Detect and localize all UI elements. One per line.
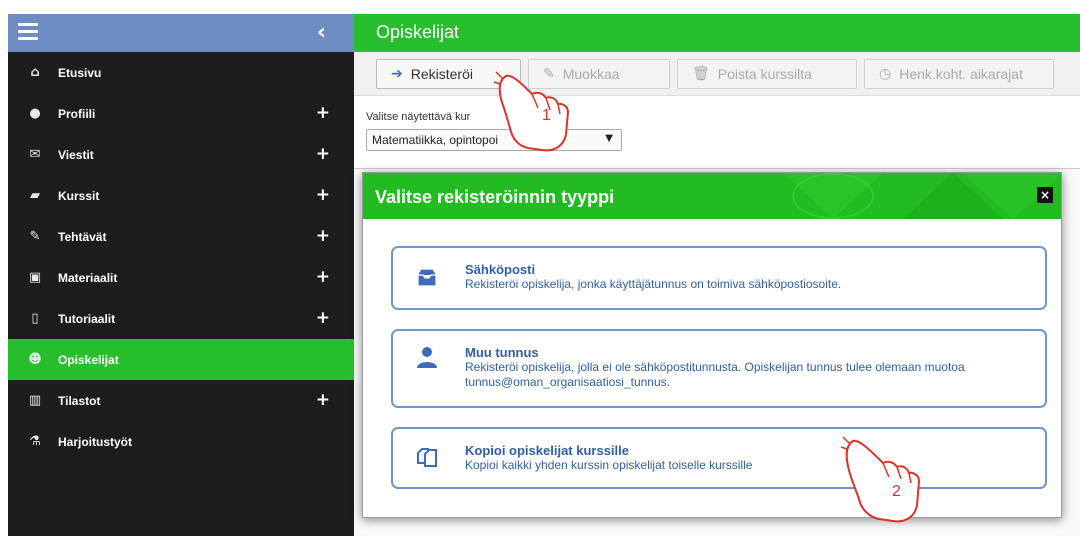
option-other-id[interactable]: Muu tunnus Rekisteröi opiskelija, jolla … (391, 329, 1047, 408)
book-icon: ▰ (30, 188, 40, 203)
remove-button-label: Poista kurssilta (717, 66, 812, 82)
sidebar-item-6[interactable]: ▯ Tutoriaalit + (8, 298, 354, 339)
sidebar-item-9[interactable]: ⚗ Harjoitustyöt (8, 421, 354, 462)
course-selector-area: Valitse näytettävä kur Matematiikka, opi… (354, 96, 1080, 168)
edit-icon: ✎ (29, 229, 41, 244)
close-icon[interactable]: × (1037, 187, 1053, 203)
hand-pointer-icon (840, 436, 921, 523)
hamburger-menu-icon[interactable] (18, 23, 38, 43)
expand-plus-icon[interactable]: + (316, 226, 330, 246)
sidebar-item-2[interactable]: ✉ Viestit + (8, 134, 354, 175)
option-copy-students[interactable]: Kopioi opiskelijat kurssille Kopioi kaik… (391, 427, 1047, 489)
sidebar-top-bar: ‹ (8, 14, 354, 52)
course-select-value: Matematiikka, opintopoi (372, 133, 499, 147)
registration-type-modal: Valitse rekisteröinnin tyyppi × Sähköpos… (362, 172, 1062, 518)
sidebar-item-4[interactable]: ✎ Tehtävät + (8, 216, 354, 257)
personal-deadlines-button[interactable]: ◷ Henk.koht. aikarajat (864, 59, 1054, 89)
modal-header: Valitse rekisteröinnin tyyppi × (363, 173, 1061, 219)
option-email[interactable]: Sähköposti Rekisteröi opiskelija, jonka … (391, 246, 1047, 310)
sidebar-item-label: Profiili (58, 106, 96, 121)
sidebar-nav: ⌂ Etusivu ● Profiili + ✉ Viestit + ▰ Kurssit + ✎ Teh… (8, 52, 354, 462)
deadlines-button-label: Henk.koht. aikarajat (899, 66, 1023, 82)
sidebar-item-label: Tutoriaalit (58, 311, 116, 326)
sidebar-item-1[interactable]: ● Profiili + (8, 93, 354, 134)
register-button-label: Rekisteröi (410, 66, 473, 82)
sidebar-item-label: Kurssit (58, 188, 100, 203)
user-icon (417, 347, 437, 368)
flask-icon: ⚗ (29, 434, 41, 449)
option-other-id-desc: Rekisteröi opiskelija, jolla ei ole sähk… (465, 360, 965, 389)
page-title: Opiskelijat (376, 22, 460, 42)
sidebar-item-5[interactable]: ▣ Materiaalit + (8, 257, 354, 298)
option-email-title: Sähköposti (465, 262, 536, 277)
sidebar: ‹ ⌂ Etusivu ● Profiili + ✉ Viestit + ▰ Kurssit + ✎ T… (8, 14, 354, 536)
copy-icon (417, 448, 437, 467)
file-icon: ▯ (31, 311, 39, 326)
expand-plus-icon[interactable]: + (316, 144, 330, 164)
expand-plus-icon[interactable]: + (316, 308, 330, 328)
bar-chart-icon: ▥ (28, 393, 42, 408)
inbox-icon (417, 268, 437, 287)
sidebar-item-label: Etusivu (58, 65, 102, 80)
sidebar-item-0[interactable]: ⌂ Etusivu (8, 52, 354, 93)
sidebar-item-label: Tilastot (58, 393, 101, 408)
sign-in-icon: ➔ (391, 66, 403, 82)
sidebar-item-label: Opiskelijat (58, 352, 119, 367)
expand-plus-icon[interactable]: + (316, 390, 330, 410)
option-copy-title: Kopioi opiskelijat kurssille (465, 443, 629, 458)
sidebar-item-7[interactable]: ☻ Opiskelijat (8, 339, 354, 380)
sidebar-item-label: Harjoitustyöt (58, 434, 133, 449)
annotation-step-2: 2 (892, 483, 901, 500)
dropdown-arrow-icon: ▼ (605, 133, 613, 144)
sidebar-item-label: Tehtävät (58, 229, 107, 244)
sidebar-item-8[interactable]: ▥ Tilastot + (8, 380, 354, 421)
envelope-icon: ✉ (29, 147, 41, 162)
option-other-id-title: Muu tunnus (465, 345, 539, 360)
trash-icon: 🗑 (692, 66, 710, 82)
annotation-step-1: 1 (542, 107, 551, 124)
hand-pointer-icon (493, 71, 570, 152)
expand-plus-icon[interactable]: + (316, 267, 330, 287)
expand-plus-icon[interactable]: + (316, 103, 330, 123)
collapse-sidebar-icon[interactable]: ‹ (317, 20, 326, 45)
toolbar: ➔ Rekisteröi ✎ Muokkaa 🗑 Poista kurssilt… (354, 52, 1080, 96)
home-icon: ⌂ (30, 65, 40, 80)
expand-plus-icon[interactable]: + (316, 185, 330, 205)
remove-from-course-button[interactable]: 🗑 Poista kurssilta (677, 59, 857, 89)
image-icon: ▣ (28, 270, 42, 285)
page-header: Opiskelijat (354, 14, 1080, 52)
option-email-desc: Rekisteröi opiskelija, jonka käyttäjätun… (465, 277, 842, 291)
users-icon: ☻ (28, 352, 42, 367)
option-copy-desc: Kopioi kaikki yhden kurssin opiskelijat … (465, 458, 753, 472)
sidebar-item-label: Viestit (58, 147, 94, 162)
course-select-label: Valitse näytettävä kur (366, 111, 471, 123)
user-icon: ● (29, 106, 41, 121)
clock-icon: ◷ (879, 66, 892, 82)
sidebar-item-label: Materiaalit (58, 270, 118, 285)
sidebar-item-3[interactable]: ▰ Kurssit + (8, 175, 354, 216)
modal-title: Valitse rekisteröinnin tyyppi (375, 187, 615, 207)
